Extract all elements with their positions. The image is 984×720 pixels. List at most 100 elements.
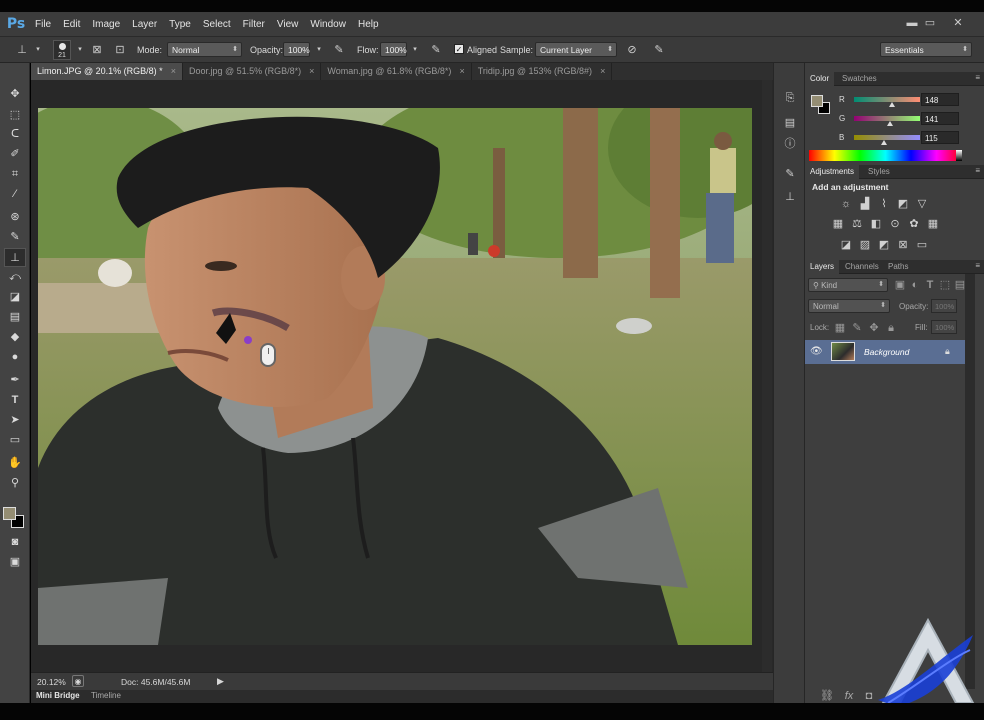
opacity-input[interactable]: 100% bbox=[283, 42, 310, 57]
blue-slider-track[interactable] bbox=[854, 135, 920, 140]
workspace-select[interactable]: Essentials ⬍ bbox=[880, 42, 972, 57]
sample-select[interactable]: Current Layer ⬍ bbox=[535, 42, 617, 57]
threshold-icon[interactable]: ◩ bbox=[877, 238, 891, 252]
zoom-level[interactable]: 20.12% bbox=[37, 677, 66, 687]
layer-filter-select[interactable]: ⚲ Kind ⬍ bbox=[808, 278, 888, 292]
menu-layer[interactable]: Layer bbox=[127, 19, 162, 30]
posterize-icon[interactable]: ▨ bbox=[858, 238, 872, 252]
tab-adjustments[interactable]: Adjustments bbox=[805, 165, 860, 179]
fill-input[interactable]: 100% bbox=[931, 320, 957, 334]
status-menu-arrow-icon[interactable]: ▶ bbox=[217, 676, 224, 687]
menu-help[interactable]: Help bbox=[353, 19, 384, 30]
chevron-down-icon[interactable]: ▾ bbox=[407, 42, 423, 58]
layer-name[interactable]: Background bbox=[864, 347, 909, 357]
menu-edit[interactable]: Edit bbox=[58, 19, 85, 30]
quick-select-tool-icon[interactable]: ✐ bbox=[4, 145, 26, 164]
gradient-tool-icon[interactable]: ▤ bbox=[4, 308, 26, 327]
clone-stamp-tool-icon[interactable]: ⊥ bbox=[4, 248, 26, 267]
red-value-input[interactable]: 148 bbox=[921, 93, 959, 106]
gradient-map-icon[interactable]: ▭ bbox=[915, 238, 929, 252]
lock-all-icon[interactable]: 🔒︎ bbox=[884, 321, 898, 335]
restore-button[interactable]: ▭ bbox=[922, 16, 938, 30]
layer-mask-icon[interactable]: ◘ bbox=[862, 689, 876, 703]
brush-preset-picker[interactable]: 21 bbox=[53, 40, 71, 60]
clone-source-icon[interactable]: ⊡ bbox=[112, 42, 128, 58]
blue-slider-thumb[interactable] bbox=[880, 140, 887, 145]
black-white-icon[interactable]: ◧ bbox=[869, 217, 883, 231]
menu-type[interactable]: Type bbox=[164, 19, 196, 30]
zoom-tool-icon[interactable]: ⚲ bbox=[4, 474, 26, 493]
black-white-ramp[interactable] bbox=[956, 150, 962, 161]
aligned-checkbox[interactable]: ✓ bbox=[454, 44, 464, 54]
screen-mode-icon[interactable]: ▣ bbox=[4, 553, 26, 572]
filter-shape-icon[interactable]: ⬚ bbox=[938, 278, 952, 292]
filter-pixel-icon[interactable]: ▣ bbox=[893, 278, 907, 292]
menu-view[interactable]: View bbox=[272, 19, 304, 30]
dodge-tool-icon[interactable]: ● bbox=[4, 348, 26, 367]
ignore-adjustment-icon[interactable]: ⊘ bbox=[624, 42, 640, 58]
green-slider-thumb[interactable] bbox=[887, 121, 894, 126]
tab-mini-bridge[interactable]: Mini Bridge bbox=[36, 691, 80, 700]
brush-tool-icon[interactable]: ✎ bbox=[4, 228, 26, 247]
eye-visibility-icon[interactable]: 👁︎ bbox=[810, 346, 823, 357]
channel-mixer-icon[interactable]: ✿ bbox=[907, 217, 921, 231]
layer-style-icon[interactable]: fx bbox=[842, 689, 856, 703]
photo-filter-icon[interactable]: ⊙ bbox=[888, 217, 902, 231]
clone-source-panel-icon[interactable]: ⊥ bbox=[782, 189, 798, 205]
lasso-tool-icon[interactable]: ᑕ bbox=[4, 125, 26, 144]
tab-door[interactable]: Door.jpg @ 51.5% (RGB/8*) × bbox=[183, 63, 322, 80]
link-layers-icon[interactable]: ⛓ bbox=[820, 689, 834, 703]
marquee-tool-icon[interactable]: ⬚ bbox=[4, 106, 26, 125]
close-icon[interactable]: × bbox=[309, 66, 314, 76]
color-balance-icon[interactable]: ⚖ bbox=[850, 217, 864, 231]
lock-transparency-icon[interactable]: ▦ bbox=[833, 321, 847, 335]
tab-styles[interactable]: Styles bbox=[863, 165, 895, 179]
mode-select[interactable]: Normal ⬍ bbox=[167, 42, 242, 57]
minimize-button[interactable]: ▬ bbox=[904, 16, 920, 30]
exposure-icon[interactable]: ◩ bbox=[896, 197, 910, 211]
pressure-opacity-icon[interactable]: ✎ bbox=[331, 42, 347, 58]
brightness-contrast-icon[interactable]: ☼ bbox=[839, 197, 853, 211]
history-brush-tool-icon[interactable]: ⤺ bbox=[4, 268, 26, 287]
menu-image[interactable]: Image bbox=[87, 19, 125, 30]
info-panel-icon[interactable]: ⓘ bbox=[782, 136, 798, 152]
clone-stamp-preset-icon[interactable]: ⊥ bbox=[14, 42, 30, 58]
menu-file[interactable]: File bbox=[30, 19, 56, 30]
vibrance-icon[interactable]: ▽ bbox=[915, 197, 929, 211]
panel-menu-icon[interactable]: ≡ bbox=[975, 166, 980, 175]
airbrush-icon[interactable]: ✎ bbox=[428, 42, 444, 58]
history-panel-icon[interactable]: ⎘ bbox=[782, 90, 798, 106]
status-preview-icon[interactable]: ◉ bbox=[72, 675, 84, 687]
selective-color-icon[interactable]: ⊠ bbox=[896, 238, 910, 252]
actions-panel-icon[interactable]: ▤ bbox=[782, 115, 798, 131]
tab-swatches[interactable]: Swatches bbox=[837, 72, 882, 86]
canvas-vertical-scrollbar[interactable] bbox=[762, 80, 772, 672]
invert-icon[interactable]: ◪ bbox=[839, 238, 853, 252]
eyedropper-tool-icon[interactable]: ⁄ bbox=[4, 185, 26, 204]
filter-type-icon[interactable]: T bbox=[923, 278, 937, 292]
hue-saturation-icon[interactable]: ▦ bbox=[831, 217, 845, 231]
blend-mode-select[interactable]: Normal ⬍ bbox=[808, 299, 890, 313]
blur-tool-icon[interactable]: ◆ bbox=[4, 328, 26, 347]
tab-woman[interactable]: Woman.jpg @ 61.8% (RGB/8*) × bbox=[321, 63, 472, 80]
close-icon[interactable]: × bbox=[171, 66, 176, 76]
chevron-down-icon[interactable]: ▾ bbox=[30, 42, 46, 58]
path-select-tool-icon[interactable]: ➤ bbox=[4, 411, 26, 430]
tab-tridip[interactable]: Tridip.jpg @ 153% (RGB/8#) × bbox=[472, 63, 613, 80]
menu-select[interactable]: Select bbox=[198, 19, 236, 30]
color-spectrum-ramp[interactable] bbox=[809, 150, 962, 161]
pressure-size-icon[interactable]: ✎ bbox=[651, 42, 667, 58]
filter-adjustment-icon[interactable]: ◐ bbox=[908, 278, 922, 292]
brush-panel-icon[interactable]: ✎ bbox=[782, 166, 798, 182]
menu-window[interactable]: Window bbox=[305, 19, 351, 30]
tab-limon[interactable]: Limon.JPG @ 20.1% (RGB/8) * × bbox=[31, 63, 183, 80]
close-icon[interactable]: × bbox=[600, 66, 605, 76]
layer-opacity-input[interactable]: 100% bbox=[931, 299, 957, 313]
move-tool-icon[interactable]: ✥ bbox=[4, 85, 26, 104]
eraser-tool-icon[interactable]: ◪ bbox=[4, 288, 26, 307]
quick-mask-icon[interactable]: ◙ bbox=[4, 533, 26, 552]
layer-row-background[interactable]: 👁︎ Background 🔒︎ bbox=[805, 340, 965, 364]
red-slider-thumb[interactable] bbox=[889, 102, 896, 107]
color-lookup-icon[interactable]: ▦ bbox=[926, 217, 940, 231]
tab-channels[interactable]: Channels bbox=[840, 260, 884, 274]
